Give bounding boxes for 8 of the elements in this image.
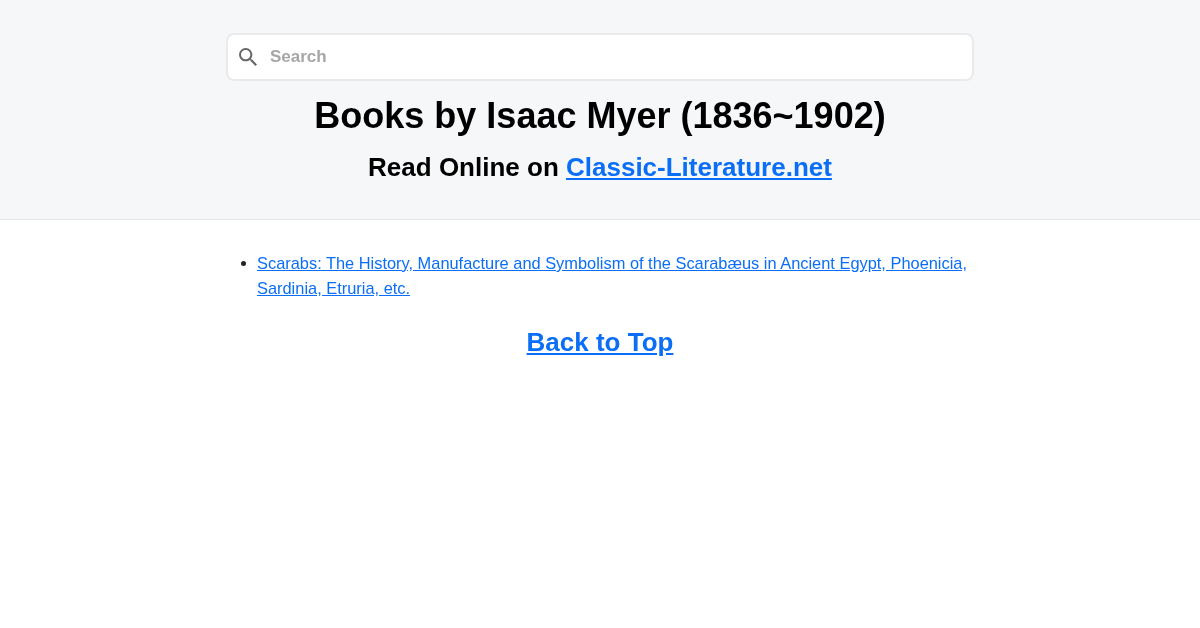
site-link[interactable]: Classic-Literature.net [566, 152, 832, 182]
search-field[interactable]: Search [226, 33, 974, 81]
bullet-icon [241, 261, 246, 266]
search-icon [239, 48, 257, 66]
back-to-top-link[interactable]: Back to Top [526, 327, 674, 357]
page-title: Books by Isaac Myer (1836~1902) [314, 95, 886, 136]
book-link[interactable]: Scarabs: The History, Manufacture and Symbolism of the Scarabæus in Ancient Egypt, Phoenicia, Sardinia, Etruria, etc. [257, 251, 974, 301]
subtitle-text: Read Online on [368, 152, 559, 182]
